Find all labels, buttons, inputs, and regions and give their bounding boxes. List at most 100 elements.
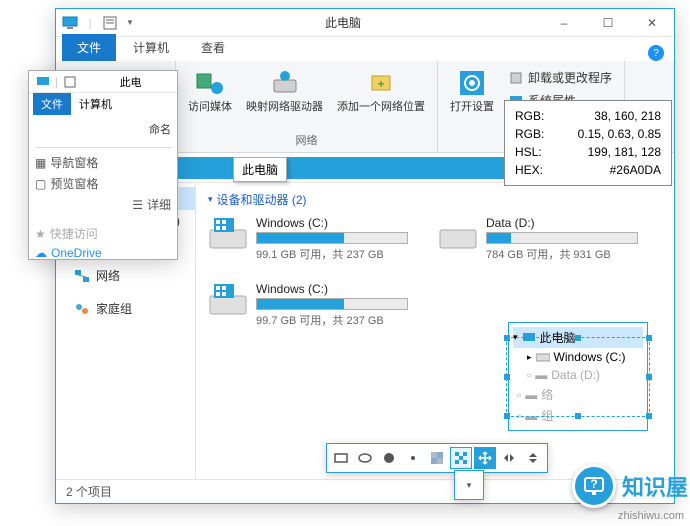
properties-icon[interactable] <box>62 74 78 90</box>
sub-navpane[interactable]: ▦导航窗格 <box>35 152 171 173</box>
drive-icon <box>438 216 478 252</box>
drive-usage-bar <box>256 232 408 244</box>
tool-line-button[interactable] <box>378 447 400 469</box>
rgbf-label: RGB: <box>515 125 544 143</box>
sub-details[interactable]: ☰详细 <box>35 194 171 215</box>
settings-icon <box>456 67 488 99</box>
hex-label: HEX: <box>515 161 543 179</box>
sub-tab-file[interactable]: 文件 <box>33 93 71 115</box>
drive-item[interactable]: Windows (C:) 99.7 GB 可用，共 237 GB <box>208 282 408 328</box>
snipaste-toolbar <box>326 443 548 473</box>
star-icon: ★ <box>35 227 46 241</box>
sub-onedrive[interactable]: ☁OneDrive <box>35 244 171 262</box>
snipaste-toolbar-2: ▾ <box>454 470 484 500</box>
zhishiwu-logo: ? 知识屋 <box>572 464 688 508</box>
tool-flip-v-button[interactable] <box>522 447 544 469</box>
uninstall-button[interactable]: 卸载或更改程序 <box>504 67 616 88</box>
details-icon: ☰ <box>132 198 143 212</box>
sub-titlebar: | 此电 <box>29 71 177 93</box>
tree-popup: ▾此电脑 ▸Windows (C:) ▫▬Data (D:) ▫▬络 ▫▬组 <box>508 322 648 431</box>
network-icon <box>74 268 90 284</box>
access-media-button[interactable]: 访问媒体 <box>184 65 236 116</box>
uninstall-icon <box>508 70 524 86</box>
group-label-network: 网络 <box>296 130 318 148</box>
media-icon <box>194 67 226 99</box>
close-button[interactable]: ✕ <box>630 9 674 37</box>
computer-icon <box>62 15 78 31</box>
rgbf-value: 0.15, 0.63, 0.85 <box>578 125 661 143</box>
tool-mosaic-button[interactable] <box>450 447 472 469</box>
maximize-button[interactable]: ☐ <box>586 9 630 37</box>
drive-usage-bar <box>486 232 638 244</box>
preview-icon: ▢ <box>35 177 46 191</box>
map-drive-icon <box>269 67 301 99</box>
section-header[interactable]: ▾ 设备和驱动器 (2) <box>208 191 662 208</box>
drive-usage-bar <box>256 298 408 310</box>
sub-rename[interactable]: 命名 <box>35 121 171 143</box>
logo-bubble-icon: ? <box>572 464 616 508</box>
divider-icon: | <box>82 15 98 31</box>
add-location-icon: + <box>365 67 397 99</box>
cloud-icon: ☁ <box>35 246 47 260</box>
homegroup-icon <box>74 301 90 317</box>
computer-icon <box>35 74 51 90</box>
pane-icon: ▦ <box>35 156 46 170</box>
tool-dot-button[interactable] <box>402 447 424 469</box>
tool-rect-button[interactable] <box>330 447 352 469</box>
titlebar: | ▼ 此电脑 – ☐ ✕ <box>56 9 674 37</box>
open-settings-button[interactable]: 打开设置 <box>446 65 498 116</box>
sidebar-item-homegroup[interactable]: 家庭组 <box>56 297 195 320</box>
sub-tabs: 文件 计算机 <box>29 93 177 115</box>
properties-icon[interactable] <box>102 15 118 31</box>
quick-access-toolbar: | ▼ <box>56 15 144 31</box>
secondary-window: | 此电 文件 计算机 命名 ▦导航窗格 ▢预览窗格 ☰详细 ★快捷访问 ☁On… <box>28 70 178 260</box>
ribbon-tabs: 文件 计算机 查看 ? <box>56 37 674 61</box>
chevron-down-icon: ▾ <box>208 194 213 205</box>
item-count: 2 个项目 <box>66 483 112 500</box>
dropdown-icon[interactable]: ▼ <box>122 15 138 31</box>
drives-grid: Windows (C:) 99.1 GB 可用，共 237 GB Data (D… <box>208 216 662 328</box>
tool-blur-button[interactable] <box>426 447 448 469</box>
tool-dropdown-button[interactable]: ▾ <box>458 474 480 496</box>
drive-stats: 99.7 GB 可用，共 237 GB <box>256 312 408 328</box>
svg-text:+: + <box>377 77 384 91</box>
drive-name: Data (D:) <box>486 216 638 230</box>
sub-body: 命名 ▦导航窗格 ▢预览窗格 ☰详细 ★快捷访问 ☁OneDrive <box>29 115 177 268</box>
sub-preview[interactable]: ▢预览窗格 <box>35 173 171 194</box>
drive-item[interactable]: Data (D:) 784 GB 可用，共 931 GB <box>438 216 638 262</box>
address-tooltip: 此电脑 <box>233 157 287 182</box>
window-title: 此电脑 <box>144 14 542 31</box>
drive-name: Windows (C:) <box>256 282 408 296</box>
selection-handles[interactable] <box>506 337 650 417</box>
tool-move-button[interactable] <box>474 447 496 469</box>
hsl-label: HSL: <box>515 143 542 161</box>
minimize-button[interactable]: – <box>542 9 586 37</box>
svg-text:?: ? <box>590 477 597 491</box>
hsl-value: 199, 181, 128 <box>588 143 661 161</box>
rgb-label: RGB: <box>515 107 544 125</box>
tab-file[interactable]: 文件 <box>62 34 116 61</box>
sub-quickaccess[interactable]: ★快捷访问 <box>35 223 171 244</box>
sub-title: 此电 <box>84 74 177 90</box>
drive-stats: 784 GB 可用，共 931 GB <box>486 246 638 262</box>
map-drive-button[interactable]: 映射网络驱动器 <box>242 65 327 116</box>
hex-value: #26A0DA <box>610 161 661 179</box>
ribbon-group-network: 访问媒体 映射网络驱动器 + 添加一个网络位置 网络 <box>176 61 438 152</box>
drive-icon <box>208 216 248 252</box>
drive-name: Windows (C:) <box>256 216 408 230</box>
tab-view[interactable]: 查看 <box>186 34 240 61</box>
color-picker-panel: RGB: 38, 160, 218 RGB: 0.15, 0.63, 0.85 HS… <box>504 100 672 186</box>
tool-ellipse-button[interactable] <box>354 447 376 469</box>
rgb-value: 38, 160, 218 <box>594 107 661 125</box>
sub-tab-computer[interactable]: 计算机 <box>71 93 120 115</box>
tool-flip-h-button[interactable] <box>498 447 520 469</box>
add-location-button[interactable]: + 添加一个网络位置 <box>333 65 429 116</box>
help-icon[interactable]: ? <box>648 45 664 61</box>
drive-stats: 99.1 GB 可用，共 237 GB <box>256 246 408 262</box>
tab-computer[interactable]: 计算机 <box>118 34 184 61</box>
zhishiwu-url: zhishiwu.com <box>618 510 684 522</box>
drive-item[interactable]: Windows (C:) 99.1 GB 可用，共 237 GB <box>208 216 408 262</box>
window-buttons: – ☐ ✕ <box>542 9 674 37</box>
drive-icon <box>208 282 248 318</box>
zhishiwu-text: 知识屋 <box>622 470 688 502</box>
